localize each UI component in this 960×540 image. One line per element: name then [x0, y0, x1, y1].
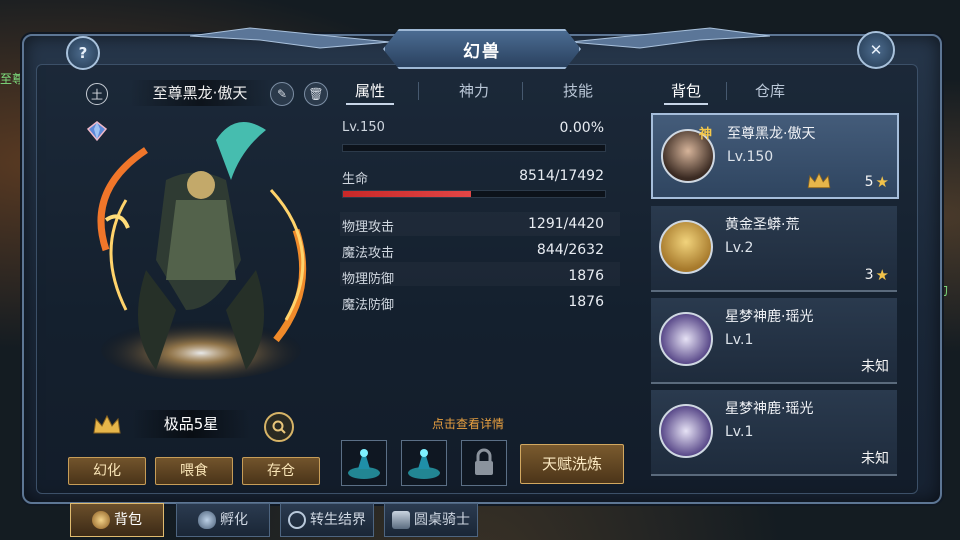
bottom-tab-label: 孵化 — [220, 512, 248, 528]
view-details-hint[interactable]: 点击查看详情 — [432, 415, 504, 432]
level-row: Lv.150 0.00% — [340, 118, 610, 140]
bottom-tab-hatch[interactable]: 孵化 — [176, 503, 270, 537]
talent-refine-button[interactable]: 天赋洗炼 — [520, 444, 624, 484]
pet-avatar — [659, 312, 713, 366]
magic-defense-row: 魔法防御 1876 — [340, 292, 610, 314]
rename-button[interactable]: ✎ — [270, 82, 294, 106]
stat-name: 魔法防御 — [342, 298, 395, 313]
locked-skill-slot[interactable] — [461, 440, 507, 486]
tab-divider — [522, 82, 523, 100]
skill-slot[interactable] — [401, 440, 447, 486]
window-title: 幻兽 — [383, 29, 581, 69]
exp-bar — [342, 144, 606, 152]
close-button[interactable]: ✕ — [857, 31, 895, 69]
pet-list-name: 至尊黑龙·傲天 — [727, 126, 816, 142]
skill-slot[interactable] — [341, 440, 387, 486]
lock-icon — [475, 448, 493, 475]
rebirth-icon — [288, 511, 306, 529]
pet-stars: 3 ★ — [865, 266, 889, 284]
hp-row: 生命 8514/17492 — [340, 166, 610, 188]
bottom-tab-rebirth[interactable]: 转生结界 — [280, 503, 374, 537]
pet-model — [97, 122, 307, 380]
stat-value: 1876 — [568, 268, 604, 284]
stat-value: 1291/4420 — [528, 216, 604, 232]
hp-bar — [342, 190, 606, 198]
tab-attributes[interactable]: 属性 — [340, 80, 400, 102]
help-button[interactable]: ? — [66, 36, 100, 70]
crown-icon — [93, 414, 121, 434]
skill-icon — [408, 449, 440, 479]
tab-divider — [418, 82, 419, 100]
pet-list-item[interactable]: 神 至尊黑龙·傲天 Lv.150 5 ★ — [651, 113, 899, 199]
active-tab-indicator — [664, 103, 708, 105]
physical-attack-row: 物理攻击 1291/4420 — [340, 214, 610, 236]
transform-button[interactable]: 幻化 — [68, 457, 146, 485]
physical-defense-row: 物理防御 1876 — [340, 266, 610, 288]
pet-name: 至尊黑龙·傲天 — [130, 80, 270, 106]
hp-label: 生命 — [342, 172, 369, 187]
skill-icon — [348, 449, 380, 479]
magic-attack-row: 魔法攻击 844/2632 — [340, 240, 610, 262]
tab-warehouse[interactable]: 仓库 — [744, 80, 796, 102]
stat-name: 魔法攻击 — [342, 246, 395, 261]
pet-list-level: Lv.1 — [725, 424, 754, 440]
close-icon: ✕ — [869, 41, 883, 59]
round-table-icon — [392, 511, 410, 529]
pet-stars: 5 ★ — [865, 173, 889, 191]
hp-value: 8514/17492 — [519, 168, 604, 184]
stat-value: 844/2632 — [536, 242, 604, 258]
pet-status: 未知 — [861, 359, 889, 375]
trash-icon: 🗑 — [308, 87, 324, 101]
pencil-icon: ✎ — [276, 87, 288, 101]
wing-ornament-right — [570, 27, 770, 49]
star-icon: ★ — [875, 266, 889, 284]
store-button[interactable]: 存仓 — [242, 457, 320, 485]
star-count: 3 — [864, 267, 874, 283]
pet-list-level: Lv.150 — [727, 149, 774, 165]
bottom-tab-backpack[interactable]: 背包 — [70, 503, 164, 537]
tab-backpack[interactable]: 背包 — [660, 80, 712, 102]
pet-list-name: 黄金圣蟒·荒 — [725, 217, 800, 233]
bottom-tab-round-table[interactable]: 圆桌骑士 — [384, 503, 478, 537]
stat-name: 物理攻击 — [342, 220, 395, 235]
magnifier-icon — [272, 420, 286, 434]
pet-list-item[interactable]: 黄金圣蟒·荒 Lv.2 3 ★ — [651, 206, 897, 292]
exp-percent: 0.00% — [559, 120, 604, 136]
pet-grade: 极品5星 — [132, 410, 250, 438]
active-tab-indicator — [346, 103, 394, 105]
pet-list-name: 星梦神鹿·瑶光 — [725, 309, 814, 325]
pet-status: 未知 — [861, 451, 889, 467]
question-icon: ? — [78, 44, 88, 62]
egg-icon — [198, 511, 216, 529]
tab-divine-power[interactable]: 神力 — [444, 80, 504, 102]
divine-badge: 神 — [699, 127, 713, 142]
hp-bar-fill — [343, 191, 471, 197]
bottom-tab-label: 圆桌骑士 — [414, 512, 470, 528]
stat-name: 物理防御 — [342, 272, 395, 287]
crown-icon — [807, 172, 831, 189]
background-text: 至尊 — [0, 72, 25, 86]
beast-head-icon — [92, 511, 110, 529]
feed-button[interactable]: 喂食 — [155, 457, 233, 485]
inspect-button[interactable] — [264, 412, 294, 442]
pet-list-level: Lv.2 — [725, 240, 754, 256]
pet-avatar — [659, 404, 713, 458]
pet-list-name: 星梦神鹿·瑶光 — [725, 401, 814, 417]
pet-list-level: Lv.1 — [725, 332, 754, 348]
tab-skills[interactable]: 技能 — [548, 80, 608, 102]
pet-list-item[interactable]: 星梦神鹿·瑶光 Lv.1 未知 — [651, 298, 897, 384]
star-count: 5 — [864, 174, 874, 190]
tab-divider — [726, 82, 727, 100]
element-badge: 土 — [86, 83, 108, 105]
release-button[interactable]: 🗑 — [304, 82, 328, 106]
pet-avatar — [659, 220, 713, 274]
pet-list-item[interactable]: 星梦神鹿·瑶光 Lv.1 未知 — [651, 390, 897, 476]
star-icon: ★ — [875, 173, 889, 191]
wing-ornament-left — [190, 27, 390, 49]
level-label: Lv.150 — [342, 120, 385, 135]
stat-value: 1876 — [568, 294, 604, 310]
bottom-tab-label: 背包 — [114, 512, 142, 528]
bottom-tab-label: 转生结界 — [310, 512, 366, 528]
